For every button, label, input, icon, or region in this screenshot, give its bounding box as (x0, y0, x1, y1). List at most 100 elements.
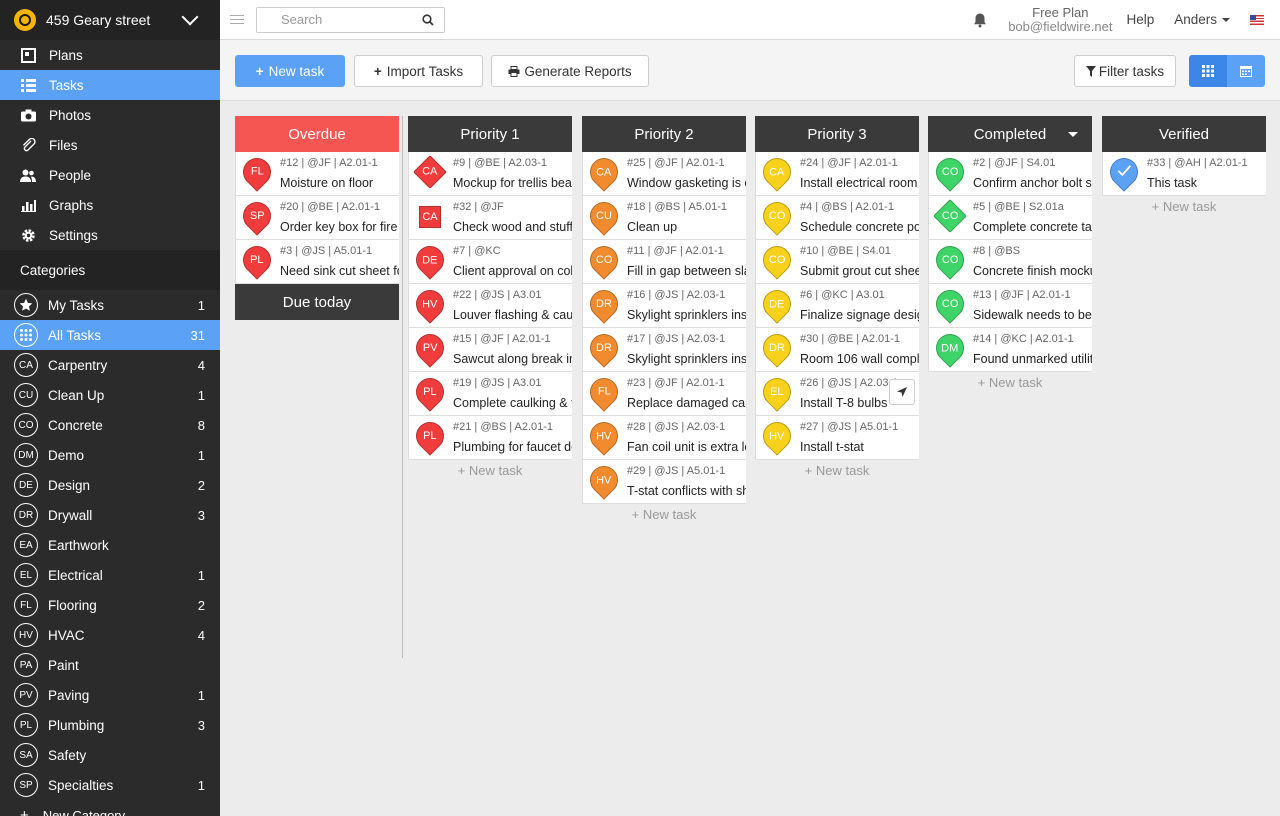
new-task-button[interactable]: + New task (235, 55, 345, 87)
user-email: bob@fieldwire.net (1008, 18, 1113, 34)
task-card[interactable]: #33 | @AH | A2.01-1 This task (1102, 152, 1266, 196)
column-header[interactable]: Verified (1102, 116, 1266, 152)
column-header[interactable]: Completed (928, 116, 1092, 152)
task-card[interactable]: DE #6 | @KC | A3.01 Finalize signage desig… (755, 284, 919, 328)
chevron-down-icon[interactable] (181, 8, 199, 26)
task-card[interactable]: HV #22 | @JS | A3.01 Louver flashing & cau… (408, 284, 572, 328)
task-card[interactable]: CO #2 | @JF | S4.01 Confirm anchor bolt si… (928, 152, 1092, 196)
nav-item-graphs[interactable]: Graphs (0, 190, 220, 220)
task-card[interactable]: CO #8 | @BS Concrete finish mockup (928, 240, 1092, 284)
task-card[interactable]: HV #28 | @JS | A2.03-1 Fan coil unit is ex… (582, 416, 746, 460)
task-card[interactable]: HV #29 | @JS | A5.01-1 T-stat conflicts wi… (582, 460, 746, 504)
column-header[interactable]: Priority 3 (755, 116, 919, 152)
category-item-electrical[interactable]: EL Electrical 1 (0, 560, 220, 590)
category-item-carpentry[interactable]: CA Carpentry 4 (0, 350, 220, 380)
task-meta: #4 | @BS | A2.01-1 (800, 201, 894, 213)
locate-on-plan-button[interactable] (889, 379, 915, 405)
column-title: Verified (1158, 125, 1210, 143)
plan-label: Free Plan (1032, 4, 1089, 20)
task-card[interactable]: FL #12 | @JF | A2.01-1 Moisture on floor (235, 152, 399, 196)
import-tasks-button[interactable]: + Import Tasks (354, 55, 483, 87)
us-flag-icon[interactable] (1250, 14, 1264, 25)
category-item-safety[interactable]: SA Safety (0, 740, 220, 770)
task-card[interactable]: HV #27 | @JS | A5.01-1 Install t-stat (755, 416, 919, 460)
task-card[interactable]: CO #11 | @JF | A2.01-1 Fill in gap between… (582, 240, 746, 284)
category-item-design[interactable]: DE Design 2 (0, 470, 220, 500)
category-item-clean-up[interactable]: CU Clean Up 1 (0, 380, 220, 410)
search-input[interactable]: Search (256, 6, 445, 33)
task-card[interactable]: DR #17 | @JS | A2.03-1 Skylight sprinklers… (582, 328, 746, 372)
pin-label: HV (769, 430, 785, 442)
project-selector[interactable]: 459 Geary street (0, 0, 220, 40)
task-card[interactable]: PV #15 | @JF | A2.01-1 Sawcut along break … (408, 328, 572, 372)
category-item-hvac[interactable]: HV HVAC 4 (0, 620, 220, 650)
task-card[interactable]: PL #21 | @BS | A2.01-1 Plumbing for faucet… (408, 416, 572, 460)
task-card[interactable]: EL #26 | @JS | A2.03-1 Install T-8 bulbs (755, 372, 919, 416)
category-label: Paint (48, 657, 79, 673)
nav-item-plans[interactable]: Plans (0, 40, 220, 70)
column-priority-1: Priority 1 CA #9 | @BE | A2.03-1 Mockup for… (408, 116, 572, 482)
nav-item-photos[interactable]: Photos (0, 100, 220, 130)
task-card[interactable]: DE #7 | @KC Client approval on colors (408, 240, 572, 284)
category-item-earthwork[interactable]: EA Earthwork (0, 530, 220, 560)
column-priority-2: Priority 2 CA #25 | @JF | A2.01-1 Window ga… (582, 116, 746, 526)
new-task-link[interactable]: + New task (755, 460, 919, 482)
category-item-concrete[interactable]: CO Concrete 8 (0, 410, 220, 440)
task-card[interactable]: CA #25 | @JF | A2.01-1 Window gasketing is… (582, 152, 746, 196)
task-card[interactable]: PL #3 | @JS | A5.01-1 Need sink cut sheet … (235, 240, 399, 284)
task-card[interactable]: SP #20 | @BE | A2.01-1 Order key box for f… (235, 196, 399, 240)
column-header[interactable]: Priority 1 (408, 116, 572, 152)
nav-item-label: Plans (49, 47, 83, 63)
category-item-flooring[interactable]: FL Flooring 2 (0, 590, 220, 620)
calendar-view-button[interactable] (1227, 55, 1265, 87)
category-pin-icon: CA (413, 155, 447, 189)
task-card[interactable]: PL #19 | @JS | A3.01 Complete caulking & f… (408, 372, 572, 416)
task-card[interactable]: CU #18 | @BS | A5.01-1 Clean up (582, 196, 746, 240)
task-card[interactable]: DR #16 | @JS | A2.03-1 Skylight sprinklers… (582, 284, 746, 328)
column-header[interactable]: Overdue (235, 116, 399, 152)
category-item-plumbing[interactable]: PL Plumbing 3 (0, 710, 220, 740)
caret-down-icon[interactable] (1068, 132, 1078, 137)
task-card[interactable]: CA #24 | @JF | A2.01-1 Install electrical … (755, 152, 919, 196)
task-card[interactable]: CO #10 | @BE | S4.01 Submit grout cut shee… (755, 240, 919, 284)
column-completed: Completed CO #2 | @JF | S4.01 Confirm ancho… (928, 116, 1092, 394)
nav-item-settings[interactable]: Settings (0, 220, 220, 250)
user-menu[interactable]: Anders (1174, 12, 1230, 27)
category-item-drywall[interactable]: DR Drywall 3 (0, 500, 220, 530)
category-item-all-tasks[interactable]: All Tasks 31 (0, 320, 220, 350)
pin-label: EL (770, 386, 784, 398)
category-badge: PA (14, 653, 38, 677)
nav-item-tasks[interactable]: Tasks (0, 70, 220, 100)
task-card[interactable]: FL #23 | @JF | A2.01-1 Replace damaged car… (582, 372, 746, 416)
people-icon (20, 167, 36, 183)
help-link[interactable]: Help (1126, 12, 1154, 27)
grid-view-button[interactable] (1189, 55, 1227, 87)
generate-reports-button[interactable]: Generate Reports (491, 55, 649, 87)
hamburger-icon[interactable] (230, 12, 244, 27)
task-card[interactable]: DR #30 | @BE | A2.01-1 Room 106 wall compl… (755, 328, 919, 372)
new-task-link[interactable]: + New task (1102, 196, 1266, 218)
task-card[interactable]: DM #14 | @KC | A2.01-1 Found unmarked util… (928, 328, 1092, 372)
category-item-paving[interactable]: PV Paving 1 (0, 680, 220, 710)
category-item-demo[interactable]: DM Demo 1 (0, 440, 220, 470)
category-label: My Tasks (48, 297, 105, 313)
nav-item-people[interactable]: People (0, 160, 220, 190)
category-item-my-tasks[interactable]: My Tasks 1 (0, 290, 220, 320)
new-task-link[interactable]: + New task (582, 504, 746, 526)
new-task-link[interactable]: + New task (928, 372, 1092, 394)
bell-icon[interactable] (972, 12, 988, 28)
task-card[interactable]: CO #5 | @BE | S2.01a Complete concrete tak… (928, 196, 1092, 240)
task-meta: #14 | @KC | A2.01-1 (973, 333, 1074, 345)
nav-item-files[interactable]: Files (0, 130, 220, 160)
filter-tasks-button[interactable]: Filter tasks (1074, 55, 1176, 87)
category-item-paint[interactable]: PA Paint (0, 650, 220, 680)
column-header[interactable]: Priority 2 (582, 116, 746, 152)
category-item-specialties[interactable]: SP Specialties 1 (0, 770, 220, 800)
task-card[interactable]: CA #32 | @JF Check wood and stuff. (408, 196, 572, 240)
new-task-link[interactable]: + New task (408, 460, 572, 482)
task-card[interactable]: CO #4 | @BS | A2.01-1 Schedule concrete po… (755, 196, 919, 240)
task-card[interactable]: CA #9 | @BE | A2.03-1 Mockup for trellis b… (408, 152, 572, 196)
new-category-button[interactable]: + New Category (0, 800, 220, 816)
plan-info[interactable]: Free Plan bob@fieldwire.net (1008, 4, 1113, 34)
task-card[interactable]: CO #13 | @JF | A2.01-1 Sidewalk needs to b… (928, 284, 1092, 328)
